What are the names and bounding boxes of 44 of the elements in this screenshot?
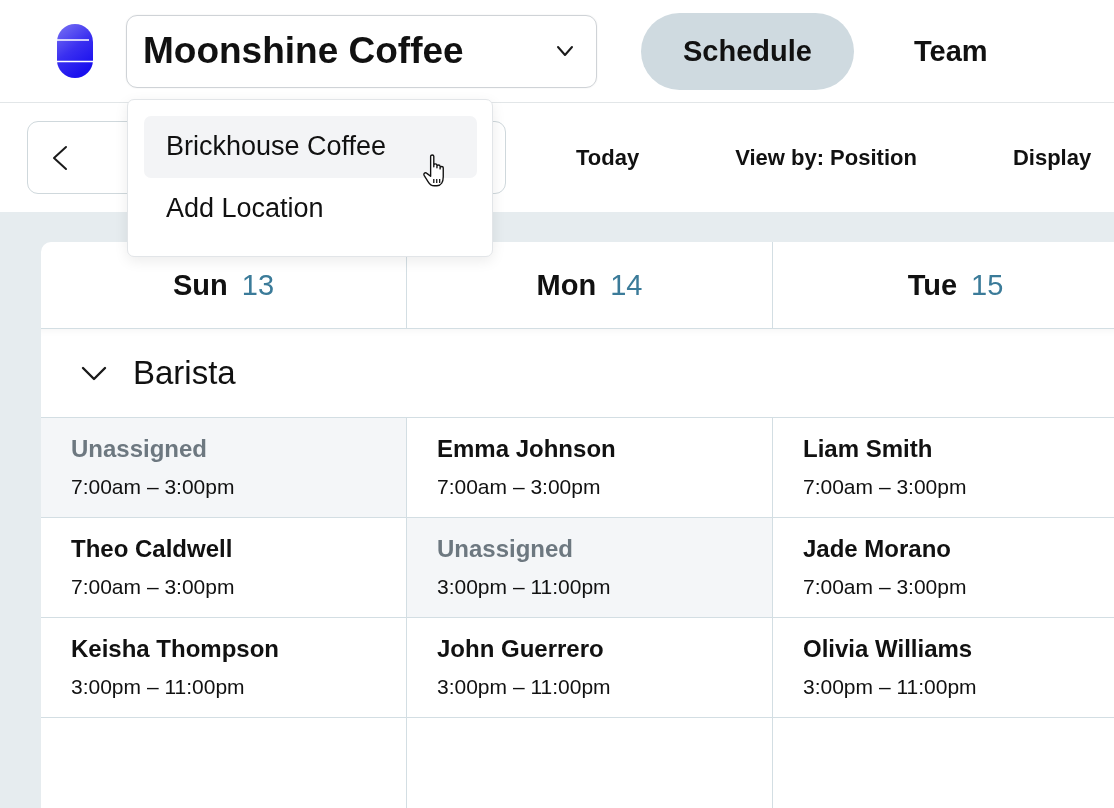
chevron-left-icon xyxy=(53,145,67,170)
location-select[interactable]: Moonshine Coffee xyxy=(126,14,597,88)
toolbar-button[interactable]: Today xyxy=(556,133,660,182)
shift-time: 3:00pm – 11:00pm xyxy=(437,574,612,600)
date-label: 15 xyxy=(971,268,1004,302)
chevron-down-icon xyxy=(557,46,573,56)
nav-tab[interactable]: Schedule xyxy=(641,12,854,90)
date-label: 14 xyxy=(610,268,643,302)
shift-time: 7:00am – 3:00pm xyxy=(803,574,968,600)
shift-cell[interactable]: John Guerrero 3:00pm – 11:00pm xyxy=(407,618,773,718)
shift-time: 7:00am – 3:00pm xyxy=(71,474,236,500)
shift-assignee: John Guerrero xyxy=(437,634,605,664)
shift-cell[interactable]: Theo Caldwell 7:00am – 3:00pm xyxy=(41,518,407,618)
shift-assignee: Emma Johnson xyxy=(437,434,617,464)
toolbar-button[interactable]: View by: Position xyxy=(715,133,937,182)
logo-icon xyxy=(57,24,93,78)
toolbar-button[interactable]: Display xyxy=(992,133,1112,182)
shift-time: 7:00am – 3:00pm xyxy=(803,474,968,500)
shift-assignee: Olivia Williams xyxy=(803,634,974,664)
shift-assignee: Theo Caldwell xyxy=(71,534,234,564)
shift-time: 7:00am – 3:00pm xyxy=(437,474,602,500)
weekday-label: Mon xyxy=(536,268,597,302)
shift-time: 7:00am – 3:00pm xyxy=(71,574,236,600)
shift-time: 3:00pm – 11:00pm xyxy=(71,674,246,700)
menu-item[interactable]: Add Location xyxy=(144,177,477,240)
group-title: Barista xyxy=(133,354,236,392)
nav-tab[interactable]: Team xyxy=(871,12,1030,90)
shift-assignee: Keisha Thompson xyxy=(71,634,281,664)
shift-assignee: Jade Morano xyxy=(803,534,953,564)
shift-cell[interactable]: Unassigned 3:00pm – 11:00pm xyxy=(407,518,773,618)
shift-time: 3:00pm – 11:00pm xyxy=(803,674,978,700)
date-label: 13 xyxy=(241,268,274,302)
shift-assignee: Liam Smith xyxy=(803,434,934,464)
hand-cursor-icon xyxy=(422,153,446,187)
shift-time: 3:00pm – 11:00pm xyxy=(437,674,612,700)
shift-cell[interactable]: Keisha Thompson 3:00pm – 11:00pm xyxy=(41,618,407,718)
shift-assignee: Unassigned xyxy=(437,534,575,564)
previous-button[interactable] xyxy=(53,145,67,170)
shift-assignee: Unassigned xyxy=(71,434,209,464)
chevron-down-icon[interactable] xyxy=(82,366,106,380)
weekday-label: Sun xyxy=(172,268,228,302)
shift-cell[interactable]: Emma Johnson 7:00am – 3:00pm xyxy=(407,418,773,518)
shift-cell[interactable]: Unassigned 7:00am – 3:00pm xyxy=(41,418,407,518)
weekday-label: Tue xyxy=(907,268,958,302)
